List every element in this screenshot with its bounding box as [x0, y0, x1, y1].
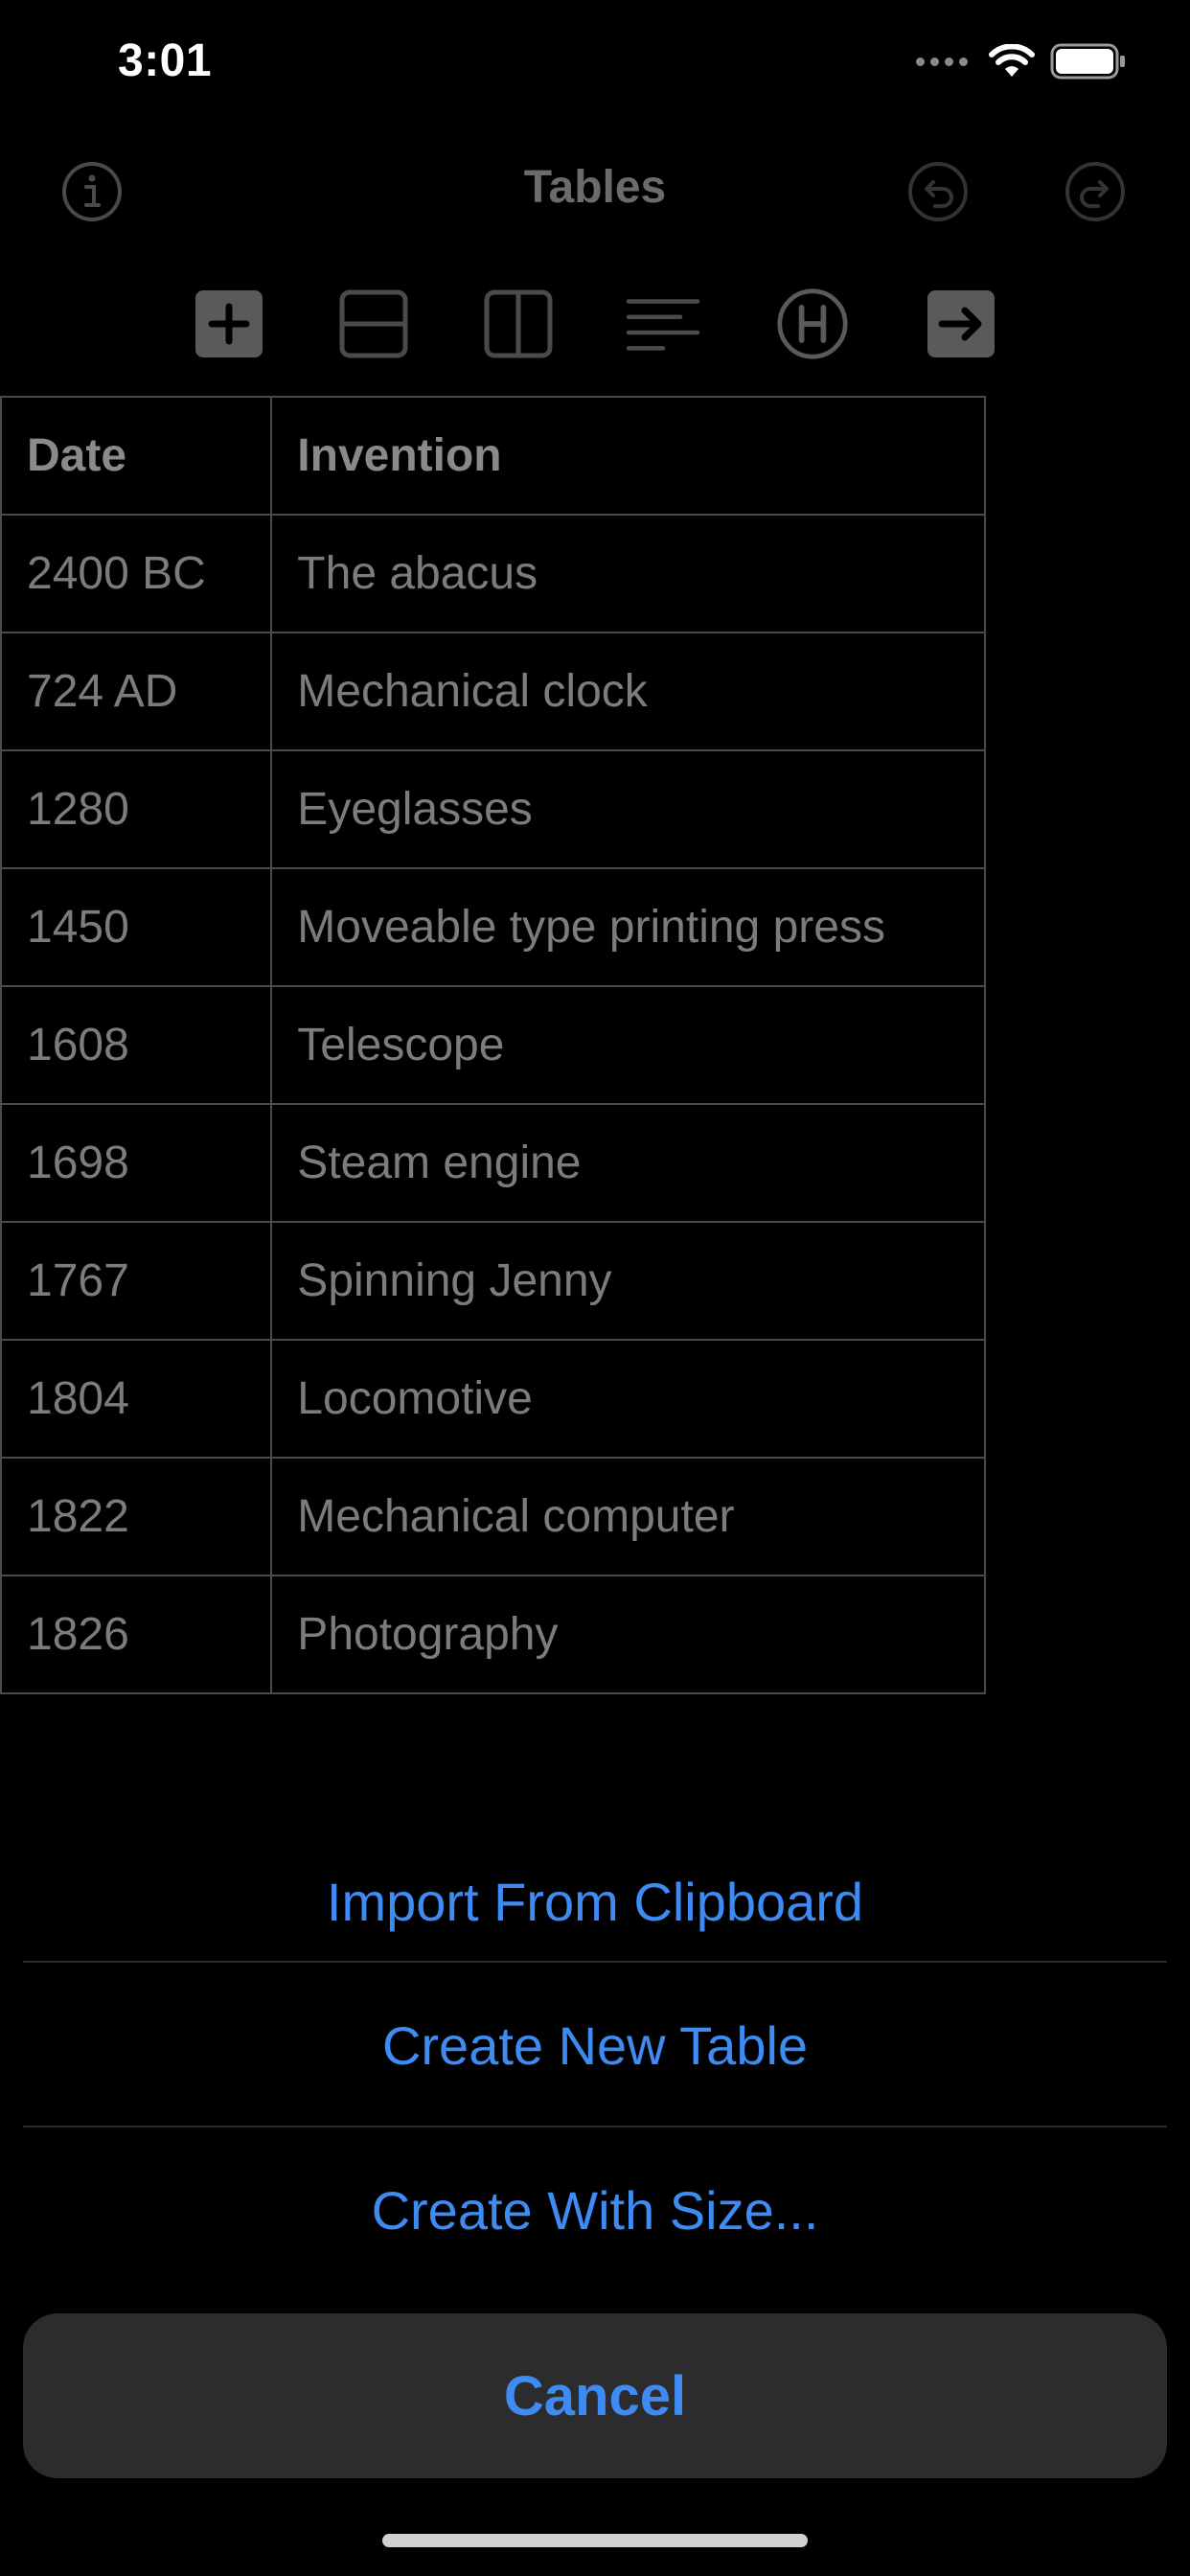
- row-icon: [339, 289, 408, 358]
- column-icon: [484, 289, 553, 358]
- redo-icon: [1065, 162, 1125, 221]
- align-icon: [627, 299, 699, 351]
- table-cell-invention[interactable]: Steam engine: [270, 1103, 986, 1223]
- navigation-bar: Tables: [0, 134, 1190, 249]
- header-cell-invention[interactable]: Invention: [270, 396, 986, 516]
- table-cell-invention[interactable]: Telescope: [270, 985, 986, 1105]
- arrow-right-button[interactable]: [925, 288, 997, 360]
- column-button[interactable]: [482, 288, 555, 360]
- table-row: 1826 Photography: [0, 1575, 986, 1694]
- status-bar: 3:01: [0, 0, 1190, 134]
- table-cell-invention[interactable]: Locomotive: [270, 1339, 986, 1459]
- cancel-button[interactable]: Cancel: [23, 2313, 1167, 2478]
- header-icon: [777, 288, 848, 359]
- table-row: 1804 Locomotive: [0, 1339, 986, 1459]
- table-cell-invention[interactable]: Eyeglasses: [270, 749, 986, 869]
- arrow-right-icon: [927, 290, 995, 357]
- table-cell-date[interactable]: 1767: [0, 1221, 273, 1341]
- action-sheet: Import From Clipboard Create New Table C…: [23, 1819, 1167, 2313]
- status-time: 3:01: [118, 35, 213, 86]
- table-row: 1280 Eyeglasses: [0, 749, 986, 869]
- table-cell-date[interactable]: 1822: [0, 1457, 273, 1576]
- header-button[interactable]: [776, 288, 849, 360]
- table-cell-invention[interactable]: Mechanical clock: [270, 632, 986, 751]
- table-cell-date[interactable]: 1450: [0, 867, 273, 987]
- import-from-clipboard-button[interactable]: Import From Clipboard: [23, 1819, 1167, 1984]
- table-row: 724 AD Mechanical clock: [0, 632, 986, 751]
- table-cell-invention[interactable]: Moveable type printing press: [270, 867, 986, 987]
- table-cell-date[interactable]: 1608: [0, 985, 273, 1105]
- table-cell-date[interactable]: 1280: [0, 749, 273, 869]
- table-cell-date[interactable]: 1804: [0, 1339, 273, 1459]
- table-cell-date[interactable]: 1698: [0, 1103, 273, 1223]
- battery-icon: [1050, 43, 1125, 80]
- nav-title: Tables: [523, 162, 667, 213]
- create-with-size-button[interactable]: Create With Size...: [23, 2128, 1167, 2292]
- home-indicator[interactable]: [382, 2534, 808, 2547]
- table-row: 1822 Mechanical computer: [0, 1457, 986, 1576]
- header-cell-date[interactable]: Date: [0, 396, 273, 516]
- table-row: 1608 Telescope: [0, 985, 986, 1105]
- align-button[interactable]: [627, 288, 699, 360]
- redo-button[interactable]: [1062, 158, 1129, 225]
- add-icon: [195, 290, 263, 357]
- table-row: 1767 Spinning Jenny: [0, 1221, 986, 1341]
- inventions-table: Date Invention 2400 BC The abacus 724 AD…: [0, 396, 986, 1694]
- wifi-icon: [989, 44, 1035, 77]
- table-cell-invention[interactable]: Mechanical computer: [270, 1457, 986, 1576]
- table-cell-date[interactable]: 724 AD: [0, 632, 273, 751]
- row-button[interactable]: [337, 288, 410, 360]
- table-cell-date[interactable]: 1826: [0, 1575, 273, 1694]
- undo-button[interactable]: [904, 158, 972, 225]
- create-new-table-button[interactable]: Create New Table: [23, 1963, 1167, 2128]
- table-cell-invention[interactable]: The abacus: [270, 514, 986, 633]
- cellular-signal-icon: [916, 57, 968, 66]
- add-button[interactable]: [193, 288, 265, 360]
- table-cell-invention[interactable]: Spinning Jenny: [270, 1221, 986, 1341]
- table-cell-invention[interactable]: Photography: [270, 1575, 986, 1694]
- table-header-row: Date Invention: [0, 396, 986, 516]
- table-row: 1698 Steam engine: [0, 1103, 986, 1223]
- table-toolbar: [0, 288, 1190, 364]
- table-row: 1450 Moveable type printing press: [0, 867, 986, 987]
- undo-icon: [908, 162, 968, 221]
- status-indicators: [916, 42, 1127, 80]
- table-cell-date[interactable]: 2400 BC: [0, 514, 273, 633]
- table-row: 2400 BC The abacus: [0, 514, 986, 633]
